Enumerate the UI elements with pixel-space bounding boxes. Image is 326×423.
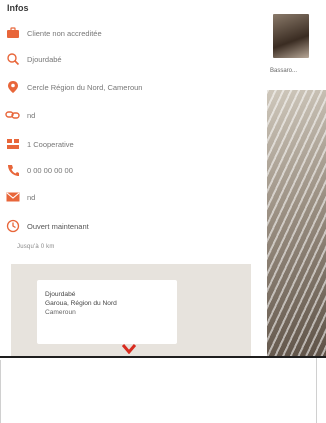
info-row-hours[interactable]: Ouvert maintenant [5,218,250,234]
map-preview[interactable]: Djourdabé Garoua, Région du Nord Camerou… [11,264,251,356]
map-country: Cameroun [45,309,76,316]
info-row-members: 1 Cooperative [5,136,250,152]
profile-thumbnail[interactable] [273,14,309,58]
mail-icon [5,190,21,204]
info-row-label: nd [27,110,36,120]
group-icon [5,137,21,151]
map-region: Garoua, Région du Nord [45,300,117,307]
gallery-panel: Bassaro... [265,0,326,356]
clock-icon [5,219,21,233]
gallery-photo[interactable] [267,90,326,356]
info-row-label: nd [27,192,36,202]
info-row-website[interactable]: nd [5,107,250,123]
info-row-phone[interactable]: 0 00 00 00 00 [5,162,250,178]
search-icon [5,52,21,66]
thumbnail-caption: Bassaro... [270,68,298,74]
bottom-divider [0,356,326,358]
location-pin-icon [5,80,21,94]
right-border [316,358,317,423]
map-place-name: Djourdabé [45,291,76,298]
briefcase-icon [5,26,21,40]
info-row-label: 0 00 00 00 00 [27,165,73,175]
info-row-label: Ouvert maintenant [27,221,89,231]
window: Infos Cliente non accreditée Djourdabé C… [0,0,326,360]
info-row-address[interactable]: Cercle Région du Nord, Cameroun [5,79,250,95]
hours-detail: Jusqu'à 0 km [17,244,55,250]
info-row-label: 1 Cooperative [27,139,74,149]
section-title: Infos [7,3,29,13]
info-row-name: Djourdabé [5,51,250,67]
phone-icon [5,163,21,177]
info-panel: Infos Cliente non accreditée Djourdabé C… [5,0,260,356]
info-row-label: Cliente non accreditée [27,28,102,38]
map-marker-icon[interactable] [122,344,136,354]
info-row-label: Djourdabé [27,54,62,64]
info-row-label: Cercle Région du Nord, Cameroun [27,82,143,92]
map-address-card: Djourdabé Garoua, Région du Nord Camerou… [37,280,177,344]
info-row-status: Cliente non accreditée [5,25,250,41]
info-row-email[interactable]: nd [5,189,250,205]
link-icon [5,108,21,122]
